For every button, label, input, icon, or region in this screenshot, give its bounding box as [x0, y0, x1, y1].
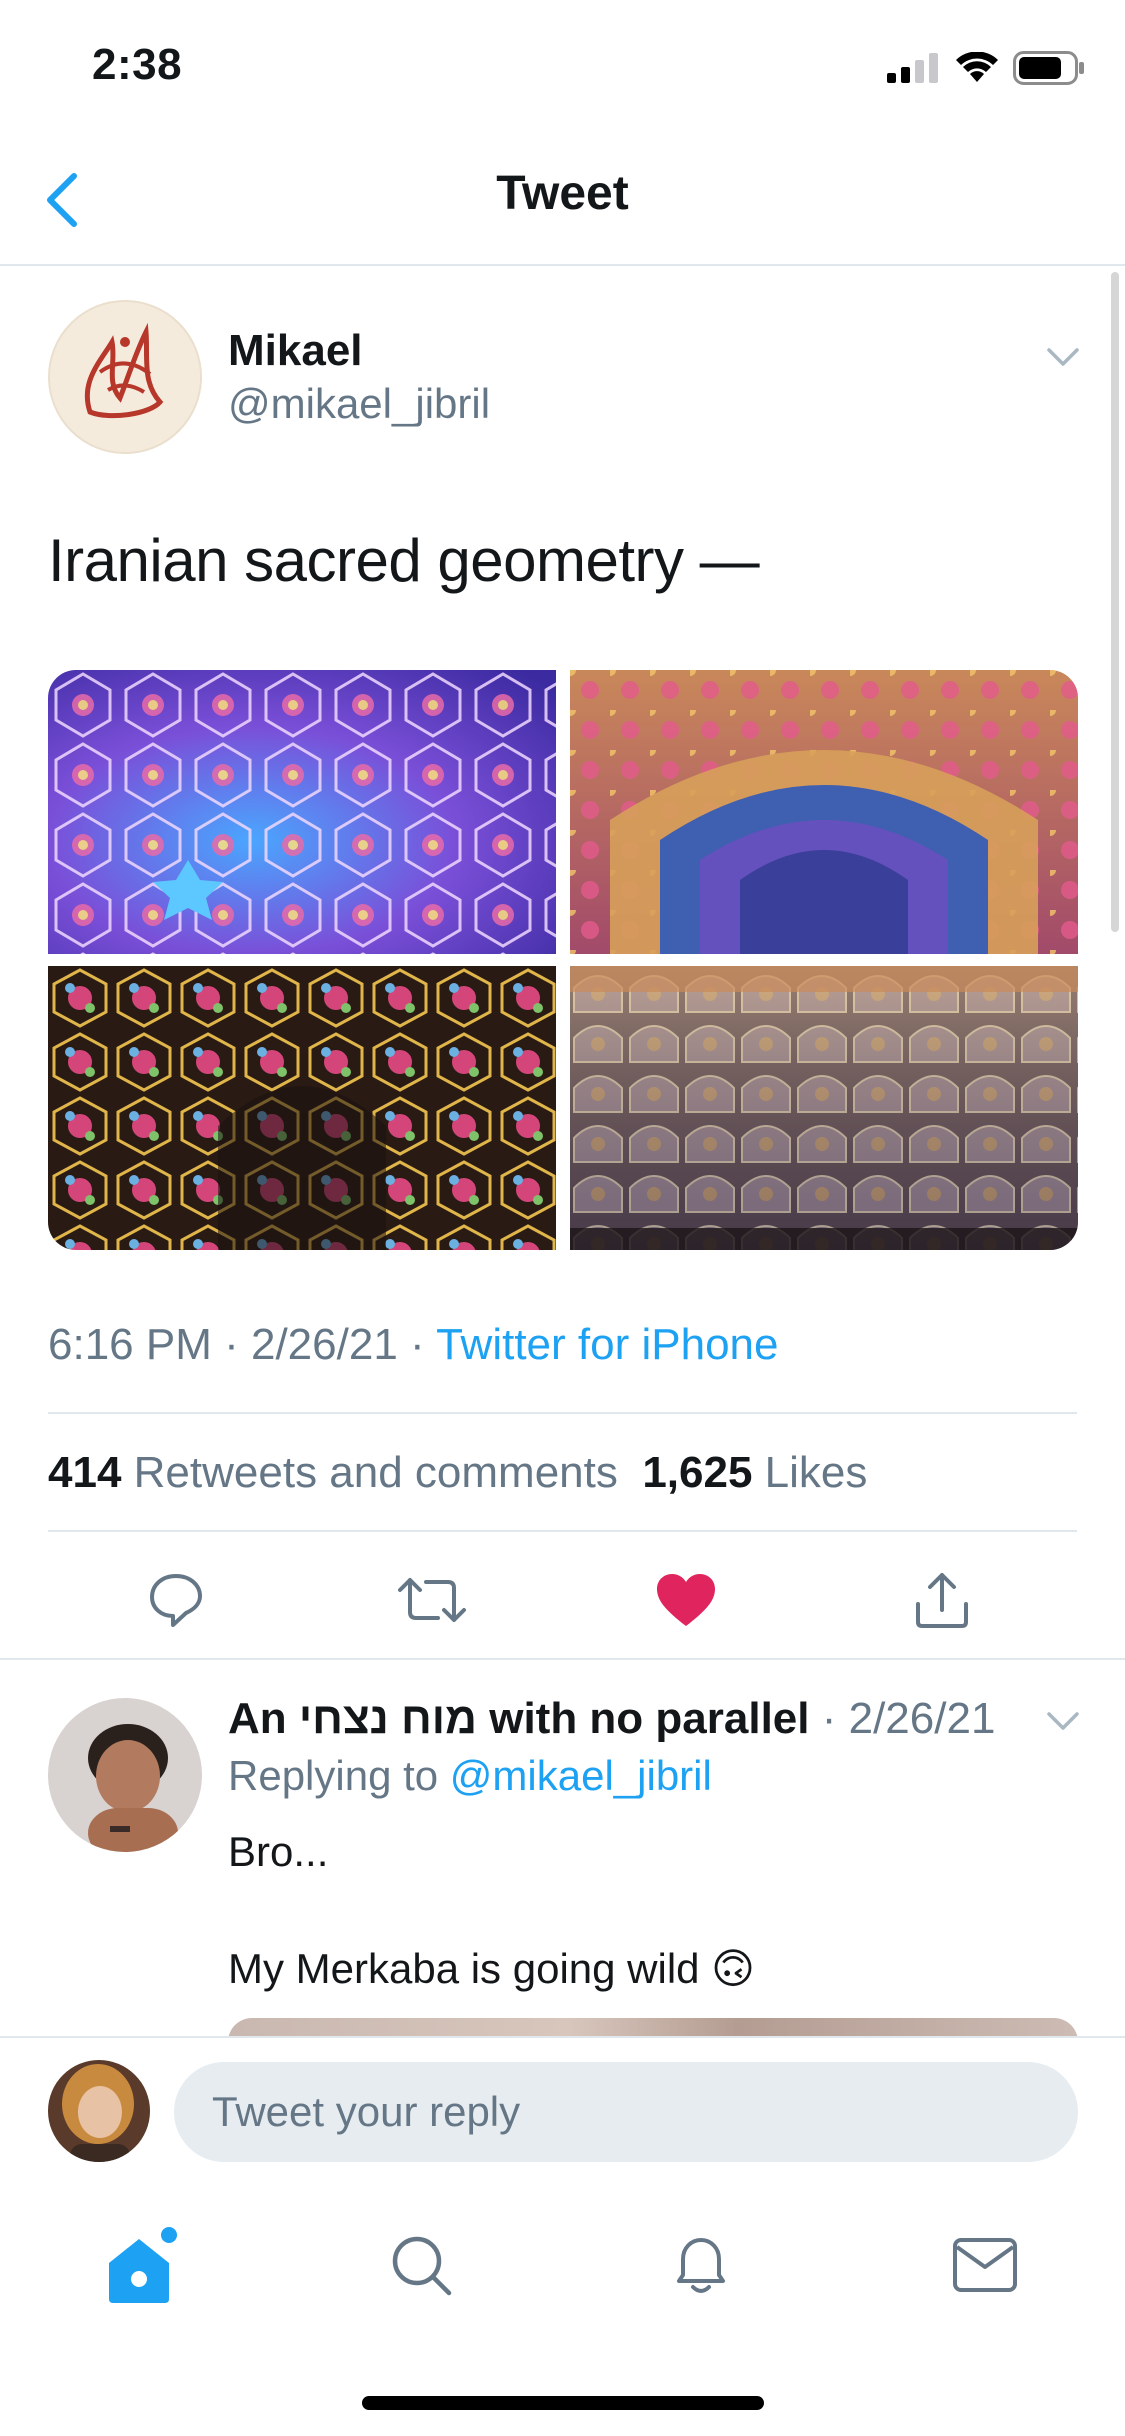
retweets-count: 414 [48, 1448, 122, 1497]
replying-to-label: Replying to [228, 1752, 439, 1799]
reply-icon [150, 1574, 202, 1627]
calligraphy-logo [50, 302, 200, 452]
like-button[interactable] [646, 1560, 726, 1640]
home-icon [109, 2227, 177, 2303]
tweet-source-link[interactable]: Twitter for iPhone [436, 1320, 778, 1369]
media-image-4[interactable] [570, 966, 1078, 1250]
tweet-date: 2/26/21 [250, 1320, 398, 1369]
media-image-1[interactable] [48, 670, 556, 954]
reply-text-line-1: Bro... [228, 1828, 329, 1875]
reply-input[interactable] [174, 2062, 1078, 2162]
likes-stat[interactable]: 1,625 Likes [642, 1448, 867, 1497]
reply-header: An מוח נצחי with no parallel · 2/26/21 [228, 1694, 995, 1744]
replying-to: Replying to @mikael_jibril [228, 1752, 712, 1800]
author-handle[interactable]: @mikael_jibril [228, 380, 490, 428]
tweet-stats: 414 Retweets and comments 1,625 Likes [48, 1448, 867, 1498]
status-icons [887, 48, 1085, 88]
tab-notifications[interactable] [656, 2220, 746, 2310]
status-time: 2:38 [92, 40, 183, 89]
media-image-3[interactable] [48, 966, 556, 1250]
reply-options-button[interactable] [1043, 1700, 1083, 1740]
retweets-stat[interactable]: 414 Retweets and comments [48, 1448, 618, 1497]
my-avatar[interactable] [48, 2060, 150, 2162]
media-grid [48, 670, 1078, 1250]
signal-icon [887, 53, 938, 83]
media-image-2[interactable] [570, 670, 1078, 954]
chevron-down-icon [1047, 348, 1079, 366]
header-divider [0, 264, 1125, 266]
tweet-time: 6:16 PM [48, 1320, 212, 1369]
chevron-down-icon [1047, 1712, 1079, 1730]
share-button[interactable] [902, 1560, 982, 1640]
likes-count: 1,625 [642, 1448, 753, 1497]
tweet-text: Iranian sacred geometry — [48, 527, 760, 594]
tab-home[interactable] [96, 2220, 186, 2310]
tweet-meta: 6:16 PM · 2/26/21 · Twitter for iPhone [48, 1320, 779, 1369]
meta-divider [48, 1412, 1077, 1414]
wifi-icon [956, 52, 998, 82]
tweet-options-button[interactable] [1043, 336, 1083, 376]
replying-to-handle[interactable]: @mikael_jibril [450, 1752, 712, 1799]
battery-icon [1013, 51, 1084, 85]
scroll-indicator [1111, 272, 1119, 932]
reply-date: · 2/26/21 [809, 1694, 996, 1743]
mail-icon [953, 2238, 1017, 2292]
tab-messages[interactable] [940, 2220, 1030, 2310]
page-title: Tweet [496, 167, 629, 220]
home-indicator [362, 2396, 764, 2410]
likes-label: Likes [764, 1448, 868, 1497]
tab-search[interactable] [376, 2220, 466, 2310]
actions-divider [0, 1658, 1125, 1660]
heart-icon [657, 1574, 715, 1626]
retweets-label: Retweets and comments [133, 1448, 618, 1497]
stats-divider [48, 1530, 1077, 1532]
retweet-icon [398, 1578, 466, 1622]
share-icon [916, 1573, 968, 1628]
reply-avatar[interactable] [48, 1698, 202, 1852]
reply-author-name[interactable]: An מוח נצחי with no parallel [228, 1694, 810, 1743]
retweet-button[interactable] [392, 1560, 472, 1640]
author-avatar[interactable] [48, 300, 202, 454]
search-icon [392, 2236, 452, 2296]
author-name[interactable]: Mikael [228, 326, 363, 376]
reply-text-line-2: My Merkaba is going wild 🙃 [228, 1945, 755, 1992]
reply-button[interactable] [136, 1560, 216, 1640]
bell-icon [677, 2238, 725, 2293]
